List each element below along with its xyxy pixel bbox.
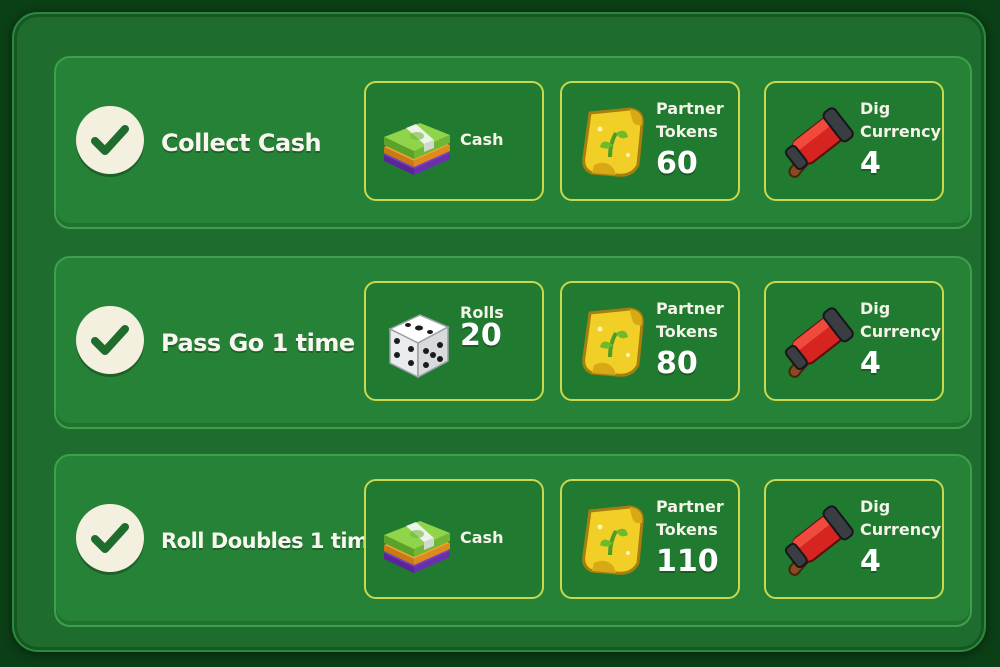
check-icon bbox=[76, 106, 144, 174]
reward-label: Cash bbox=[460, 528, 504, 547]
reward-label: Partner Tokens bbox=[656, 297, 724, 343]
reward-label: Cash bbox=[460, 130, 504, 149]
reward-card-dig-currency: Dig Currency 4 bbox=[764, 81, 944, 201]
reward-card-cash: Cash bbox=[364, 81, 544, 201]
reward-label-line2: Currency bbox=[860, 520, 942, 539]
partner-token-icon bbox=[581, 107, 645, 178]
cash-stack-icon bbox=[384, 123, 450, 175]
reward-label: Partner Tokens bbox=[656, 97, 724, 143]
reward-label-line1: Dig bbox=[860, 497, 891, 516]
reward-label-line1: Partner bbox=[656, 299, 724, 318]
check-icon bbox=[76, 504, 144, 572]
task-row-pass-go: Pass Go 1 time Rolls 20 Partner Tokens 8… bbox=[54, 256, 972, 429]
task-title: Collect Cash bbox=[161, 128, 322, 157]
reward-label-line1: Dig bbox=[860, 299, 891, 318]
dig-hammer-icon bbox=[779, 305, 856, 378]
partner-token-icon bbox=[581, 505, 645, 576]
check-icon bbox=[76, 306, 144, 374]
reward-card-cash: Cash bbox=[364, 479, 544, 599]
reward-card-dig-currency: Dig Currency 4 bbox=[764, 479, 944, 599]
reward-label-line1: Partner bbox=[656, 99, 724, 118]
reward-amount: 20 bbox=[460, 318, 502, 353]
reward-label: Dig Currency bbox=[860, 297, 941, 343]
reward-card-rolls: Rolls 20 bbox=[364, 281, 544, 401]
reward-card-partner-tokens: Partner Tokens 80 bbox=[560, 281, 740, 401]
reward-amount: 4 bbox=[860, 346, 881, 381]
reward-card-dig-currency: Dig Currency 4 bbox=[764, 281, 944, 401]
task-title: Pass Go 1 time bbox=[161, 328, 355, 357]
reward-label-line2: Tokens bbox=[656, 520, 718, 539]
dig-hammer-icon bbox=[779, 503, 856, 576]
dig-hammer-icon bbox=[779, 105, 856, 178]
cash-stack-icon bbox=[384, 521, 450, 573]
reward-label-line2: Currency bbox=[860, 322, 942, 341]
reward-label-line2: Currency bbox=[860, 122, 942, 141]
task-row-roll-doubles: Roll Doubles 1 time Cash Partner Tokens … bbox=[54, 454, 972, 627]
partner-token-icon bbox=[581, 307, 645, 378]
reward-label-line2: Tokens bbox=[656, 122, 718, 141]
reward-label-line1: Dig bbox=[860, 99, 891, 118]
reward-label: Dig Currency bbox=[860, 97, 941, 143]
reward-label-line1: Partner bbox=[656, 497, 724, 516]
reward-card-partner-tokens: Partner Tokens 60 bbox=[560, 81, 740, 201]
reward-label: Partner Tokens bbox=[656, 495, 724, 541]
reward-amount: 80 bbox=[656, 346, 698, 381]
tasks-panel: Collect Cash Cash Partner Tokens 60 Dig … bbox=[12, 12, 986, 652]
reward-card-partner-tokens: Partner Tokens 110 bbox=[560, 479, 740, 599]
reward-amount: 110 bbox=[656, 544, 719, 579]
task-title: Roll Doubles 1 time bbox=[161, 528, 383, 553]
reward-label: Dig Currency bbox=[860, 495, 941, 541]
dice-icon bbox=[389, 314, 449, 378]
reward-amount: 4 bbox=[860, 146, 881, 181]
reward-amount: 60 bbox=[656, 146, 698, 181]
reward-amount: 4 bbox=[860, 544, 881, 579]
task-row-collect-cash: Collect Cash Cash Partner Tokens 60 Dig … bbox=[54, 56, 972, 229]
reward-label-line2: Tokens bbox=[656, 322, 718, 341]
